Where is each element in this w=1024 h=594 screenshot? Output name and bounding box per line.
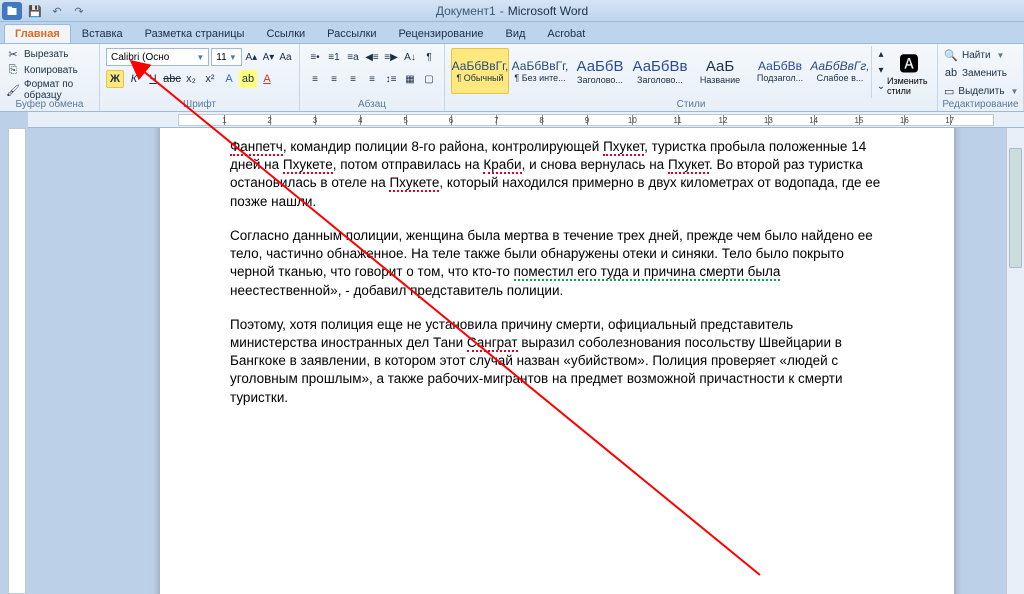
- superscript-button[interactable]: x²: [201, 70, 219, 88]
- paragraph-group: ≡• ≡1 ≡a ◀≡ ≡▶ A↓ ¶ ≡ ≡ ≡ ≡ ↕≡ ▦ ▢ Абзац: [300, 44, 445, 111]
- show-marks-button[interactable]: ¶: [420, 48, 438, 66]
- select-icon: ▭: [944, 84, 954, 98]
- font-size-combo[interactable]: 11▼: [211, 48, 242, 66]
- save-icon[interactable]: 💾: [26, 2, 44, 20]
- find-button[interactable]: 🔍Найти▼: [942, 46, 1019, 64]
- editing-group: 🔍Найти▼ abЗаменить ▭Выделить▼ Редактиров…: [938, 44, 1024, 111]
- numbering-button[interactable]: ≡1: [325, 48, 343, 66]
- find-icon: 🔍: [944, 48, 958, 62]
- borders-button[interactable]: ▢: [420, 70, 438, 88]
- multilevel-button[interactable]: ≡a: [344, 48, 362, 66]
- undo-icon[interactable]: ↶: [48, 2, 66, 20]
- scissors-icon: ✂: [6, 47, 20, 61]
- bold-button[interactable]: Ж: [106, 70, 124, 88]
- style-item[interactable]: АаБНазвание: [691, 48, 749, 94]
- clipboard-label: Буфер обмена: [0, 99, 99, 110]
- vertical-ruler[interactable]: [8, 128, 26, 594]
- tab-рассылки[interactable]: Рассылки: [316, 24, 387, 43]
- scroll-thumb[interactable]: [1009, 148, 1022, 268]
- editing-label: Редактирование: [938, 99, 1023, 110]
- tab-вид[interactable]: Вид: [495, 24, 537, 43]
- redo-icon[interactable]: ↷: [70, 2, 88, 20]
- shrink-font-button[interactable]: A▾: [261, 48, 276, 66]
- align-left-button[interactable]: ≡: [306, 70, 324, 88]
- vertical-scrollbar[interactable]: [1006, 128, 1024, 594]
- select-button[interactable]: ▭Выделить▼: [942, 82, 1019, 100]
- horizontal-ruler[interactable]: 1234567891011121314151617: [28, 112, 1024, 128]
- paragraph-label: Абзац: [300, 99, 444, 110]
- style-item[interactable]: АаБбВЗаголово...: [571, 48, 629, 94]
- tab-ссылки[interactable]: Ссылки: [255, 24, 316, 43]
- underline-button[interactable]: Ч: [144, 70, 162, 88]
- document-body[interactable]: Фанпетч, командир полиции 8-го района, к…: [230, 138, 884, 407]
- change-styles-icon: 🅰: [895, 48, 923, 76]
- shading-button[interactable]: ▦: [401, 70, 419, 88]
- increase-indent-button[interactable]: ≡▶: [382, 48, 400, 66]
- brush-icon: 🖌: [6, 83, 20, 97]
- document-page[interactable]: Фанпетч, командир полиции 8-го района, к…: [160, 128, 954, 594]
- sort-button[interactable]: A↓: [401, 48, 419, 66]
- subscript-button[interactable]: x₂: [182, 70, 200, 88]
- tab-главная[interactable]: Главная: [4, 24, 71, 43]
- strikethrough-button[interactable]: abc: [163, 70, 181, 88]
- style-item[interactable]: АаБбВвГг,¶ Без инте...: [511, 48, 569, 94]
- cut-button[interactable]: ✂Вырезать: [4, 46, 95, 62]
- styles-label: Стили: [445, 99, 937, 110]
- line-spacing-button[interactable]: ↕≡: [382, 70, 400, 88]
- titlebar: 💾 ↶ ↷ Документ1 - Microsoft Word: [0, 0, 1024, 22]
- ribbon-tabs: ГлавнаяВставкаРазметка страницыСсылкиРас…: [0, 22, 1024, 44]
- style-item[interactable]: АаБбВвГг,¶ Обычный: [451, 48, 509, 94]
- grow-font-button[interactable]: A▴: [244, 48, 259, 66]
- style-item[interactable]: АаБбВвЗаголово...: [631, 48, 689, 94]
- align-center-button[interactable]: ≡: [325, 70, 343, 88]
- tab-разметка страницы[interactable]: Разметка страницы: [134, 24, 256, 43]
- document-title: Документ1: [436, 4, 496, 18]
- replace-icon: ab: [944, 66, 958, 80]
- app-name: Microsoft Word: [508, 4, 588, 18]
- copy-button[interactable]: ⎘Копировать: [4, 62, 95, 78]
- font-label: Шрифт: [100, 99, 299, 110]
- text-effects-button[interactable]: A: [220, 70, 238, 88]
- tab-рецензирование[interactable]: Рецензирование: [388, 24, 495, 43]
- bullets-button[interactable]: ≡•: [306, 48, 324, 66]
- tab-вставка[interactable]: Вставка: [71, 24, 134, 43]
- file-menu-button[interactable]: [2, 2, 22, 20]
- styles-group: АаБбВвГг,¶ ОбычныйАаБбВвГг,¶ Без инте...…: [445, 44, 938, 111]
- font-name-combo[interactable]: Calibri (Осно▼: [106, 48, 209, 66]
- style-item[interactable]: АаБбВвПодзагол...: [751, 48, 809, 94]
- copy-icon: ⎘: [6, 63, 20, 77]
- align-right-button[interactable]: ≡: [344, 70, 362, 88]
- change-styles-button[interactable]: 🅰 Изменить стили: [885, 46, 933, 98]
- ribbon: ✂Вырезать ⎘Копировать 🖌Формат по образцу…: [0, 44, 1024, 112]
- tab-acrobat[interactable]: Acrobat: [536, 24, 596, 43]
- workspace: Фанпетч, командир полиции 8-го района, к…: [0, 128, 1024, 594]
- change-case-button[interactable]: Aa: [278, 48, 293, 66]
- style-item[interactable]: АаБбВвГг,Слабое в...: [811, 48, 869, 94]
- font-color-button[interactable]: A: [258, 70, 276, 88]
- replace-button[interactable]: abЗаменить: [942, 64, 1019, 82]
- decrease-indent-button[interactable]: ◀≡: [363, 48, 381, 66]
- styles-gallery[interactable]: АаБбВвГг,¶ ОбычныйАаБбВвГг,¶ Без инте...…: [449, 46, 871, 96]
- italic-button[interactable]: К: [125, 70, 143, 88]
- font-group: Calibri (Осно▼ 11▼ A▴ A▾ Aa Ж К Ч abc x₂…: [100, 44, 300, 111]
- justify-button[interactable]: ≡: [363, 70, 381, 88]
- highlight-button[interactable]: ab: [239, 70, 257, 88]
- clipboard-group: ✂Вырезать ⎘Копировать 🖌Формат по образцу…: [0, 44, 100, 111]
